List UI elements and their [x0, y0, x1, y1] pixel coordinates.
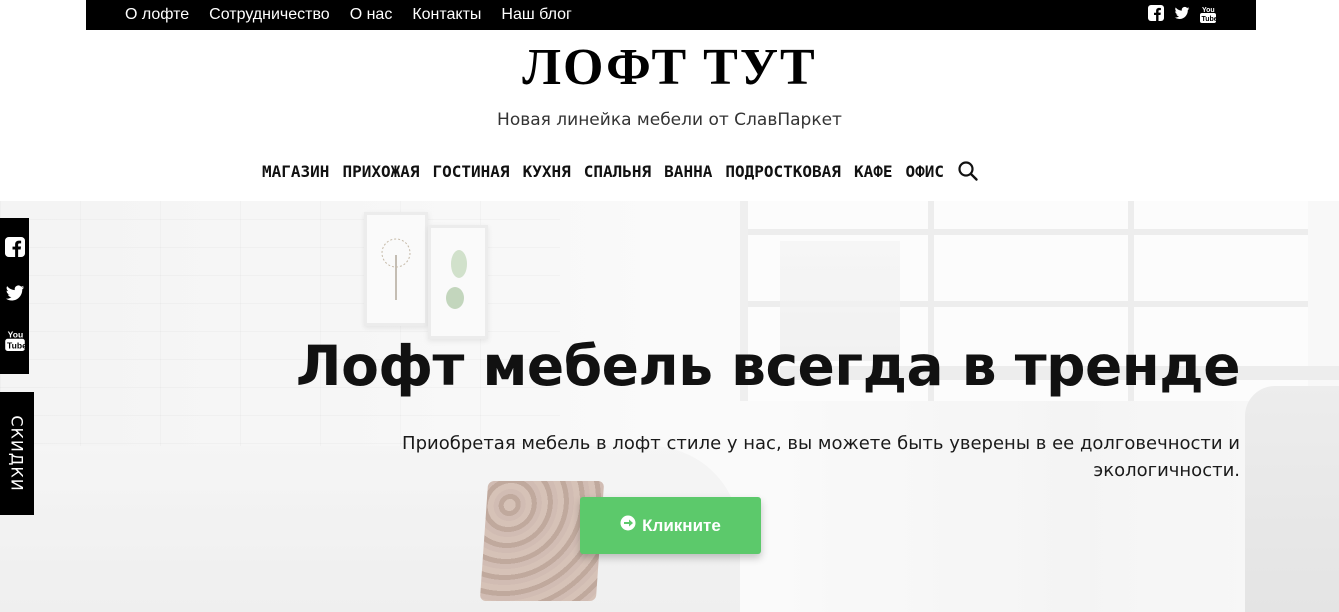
twitter-icon[interactable]	[5, 283, 25, 308]
site-tagline: Новая линейка мебели от СлавПаркет	[497, 110, 842, 130]
main-nav-item-shop[interactable]: МАГАЗИН	[262, 162, 329, 181]
twitter-icon[interactable]	[1174, 5, 1190, 21]
main-nav-item-cafe[interactable]: КАФЕ	[854, 162, 893, 181]
site-logo-title[interactable]: ЛОФТ ТУТ	[0, 38, 1339, 97]
main-nav-item-teen-room[interactable]: ПОДРОСТКОВАЯ	[725, 162, 841, 181]
main-nav-item-bedroom[interactable]: СПАЛЬНЯ	[584, 162, 651, 181]
svg-text:Tube: Tube	[7, 340, 25, 350]
main-nav: МАГАЗИН ПРИХОЖАЯ ГОСТИНАЯ КУХНЯ СПАЛЬНЯ …	[262, 160, 979, 182]
arrow-right-icon	[620, 515, 636, 536]
main-nav-item-hallway[interactable]: ПРИХОЖАЯ	[342, 162, 419, 181]
top-nav-link-contacts[interactable]: Контакты	[412, 6, 481, 24]
top-nav: О лофте Сотрудничество О нас Контакты На…	[125, 0, 572, 30]
search-icon[interactable]	[957, 160, 979, 182]
hero-title: Лофт мебель всегда в тренде	[295, 333, 1241, 398]
facebook-icon[interactable]	[1148, 5, 1164, 21]
main-nav-item-bathroom[interactable]: ВАННА	[664, 162, 712, 181]
top-nav-link-about-us[interactable]: О нас	[350, 6, 393, 24]
top-nav-link-cooperation[interactable]: Сотрудничество	[209, 6, 330, 24]
cta-button-label: Кликните	[642, 515, 721, 535]
top-nav-link-about-loft[interactable]: О лофте	[125, 6, 189, 24]
svg-text:You: You	[1202, 7, 1215, 14]
main-nav-item-office[interactable]: ОФИС	[905, 162, 944, 181]
top-nav-link-blog[interactable]: Наш блог	[501, 6, 571, 24]
side-social-bar: You Tube	[0, 218, 29, 374]
sale-tab-label: СКИДКИ	[7, 415, 27, 492]
svg-text:Tube: Tube	[1202, 16, 1217, 23]
youtube-icon[interactable]: You Tube	[1200, 5, 1218, 23]
facebook-icon[interactable]	[4, 236, 25, 262]
hero-banner: Лофт мебель всегда в тренде Приобретая м…	[0, 201, 1339, 612]
top-bar: О лофте Сотрудничество О нас Контакты На…	[86, 0, 1256, 30]
svg-text:You: You	[7, 329, 23, 339]
cta-click-button[interactable]: Кликните	[580, 497, 761, 554]
sale-tab[interactable]: СКИДКИ	[0, 392, 34, 515]
main-nav-item-living-room[interactable]: ГОСТИНАЯ	[433, 162, 510, 181]
top-social-links: You Tube	[1148, 5, 1218, 23]
main-nav-item-kitchen[interactable]: КУХНЯ	[523, 162, 571, 181]
hero-description: Приобретая мебель в лофт стиле у нас, вы…	[402, 433, 1240, 481]
youtube-icon[interactable]: You Tube	[4, 329, 27, 356]
